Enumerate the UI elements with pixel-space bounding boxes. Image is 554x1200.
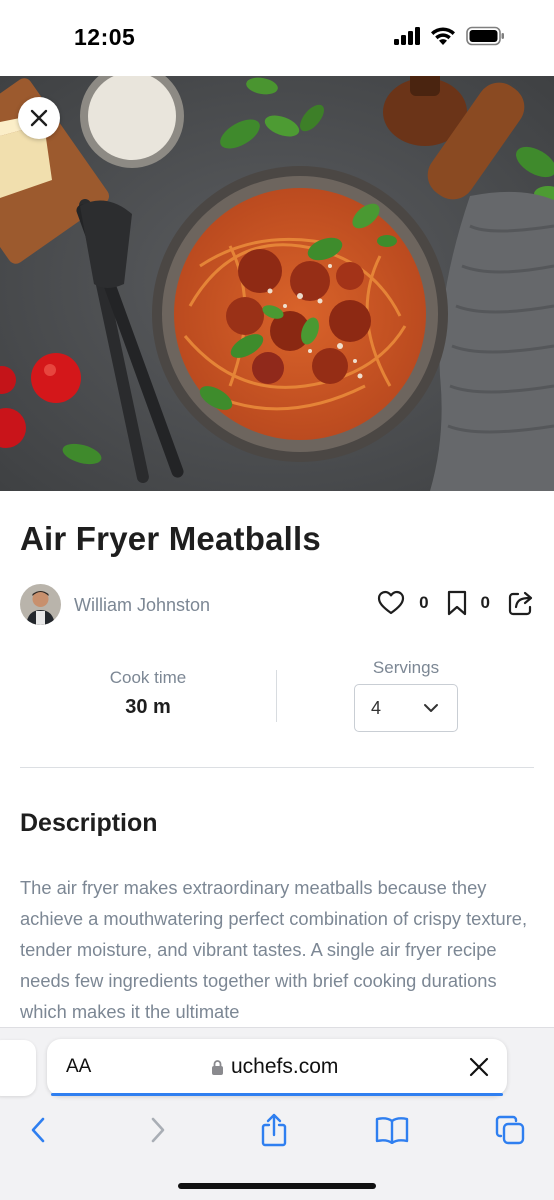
saves-count: 0 <box>480 593 490 612</box>
home-indicator[interactable] <box>178 1183 376 1189</box>
cook-time-value: 30 m <box>125 696 171 718</box>
recipe-hero-image <box>0 76 554 491</box>
browser-toolbar: AA uchefs.com <box>0 1027 554 1200</box>
section-divider <box>20 767 534 768</box>
tabs-button[interactable] <box>492 1112 528 1148</box>
bookmarks-icon <box>375 1117 409 1144</box>
spaghetti-photo <box>0 76 554 491</box>
description-heading: Description <box>20 809 158 837</box>
chevron-down-icon <box>424 704 438 712</box>
close-icon[interactable] <box>469 1057 489 1077</box>
author-avatar-image <box>20 584 61 625</box>
close-button[interactable] <box>18 97 60 139</box>
servings-label: Servings <box>372 658 440 677</box>
status-icons <box>394 26 506 46</box>
url-text: uchefs.com <box>231 1055 339 1078</box>
meta-divider <box>276 670 277 722</box>
wifi-icon <box>431 27 455 45</box>
servings-select[interactable]: 4 <box>354 684 458 732</box>
cook-time: Cook time 30 m <box>80 668 216 719</box>
share-sheet-button[interactable] <box>256 1112 292 1148</box>
share-icon[interactable] <box>508 590 534 616</box>
forward-icon <box>151 1117 165 1143</box>
url-display[interactable]: uchefs.com <box>211 1055 338 1079</box>
back-button[interactable] <box>20 1112 56 1148</box>
forward-button[interactable] <box>140 1112 176 1148</box>
bookmark-icon[interactable] <box>447 590 467 616</box>
text-size-label: AA <box>66 1056 92 1077</box>
recipe-meta: Cook time 30 m Servings 4 <box>20 652 534 742</box>
lock-icon <box>212 1059 223 1075</box>
text-size-button[interactable]: AA <box>66 1056 91 1078</box>
status-time: 12:05 <box>74 24 136 50</box>
servings-value: 4 <box>371 698 382 718</box>
description-text: The air fryer makes extraordinary meatba… <box>20 877 528 1022</box>
heart-icon[interactable] <box>377 590 405 616</box>
recipe-title: Air Fryer Meatballs <box>20 520 321 557</box>
address-bar[interactable]: AA uchefs.com <box>47 1039 507 1096</box>
back-icon <box>31 1117 45 1143</box>
cook-time-label: Cook time <box>109 668 187 687</box>
close-icon <box>30 109 48 127</box>
status-bar: 12:05 <box>0 0 554 76</box>
author-name[interactable]: William Johnston <box>74 595 210 616</box>
previous-tab-peek[interactable] <box>0 1040 36 1096</box>
recipe-actions: 0 0 <box>377 590 534 616</box>
tabs-icon <box>495 1115 525 1145</box>
likes-count: 0 <box>419 593 429 612</box>
servings: Servings 4 <box>354 658 458 732</box>
share-sheet-icon <box>261 1113 287 1147</box>
author-row: William Johnston 0 0 <box>20 584 534 626</box>
signal-icon <box>394 27 420 45</box>
battery-icon <box>466 26 504 46</box>
loading-progress-bar <box>51 1093 503 1096</box>
bookmarks-button[interactable] <box>374 1112 410 1148</box>
bottom-toolbar <box>0 1112 554 1152</box>
avatar[interactable] <box>20 584 61 625</box>
